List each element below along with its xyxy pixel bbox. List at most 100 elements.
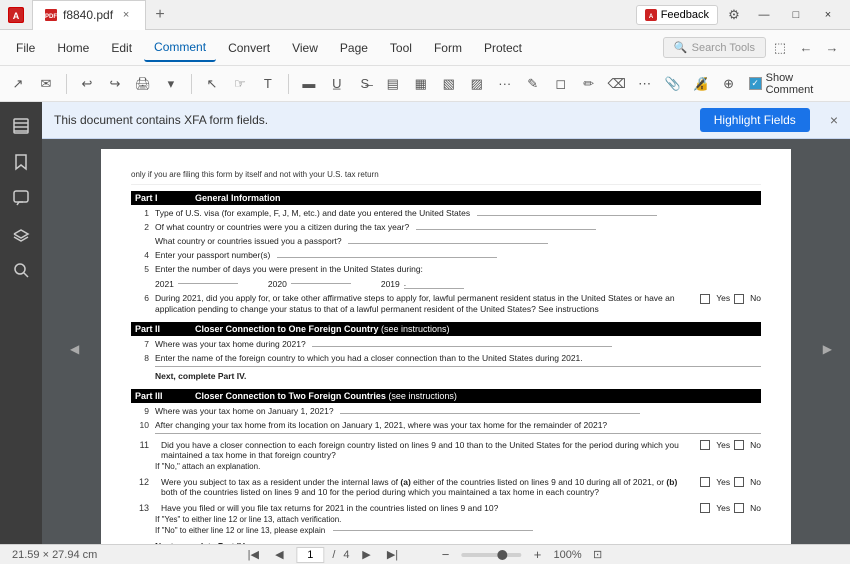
highlight-icon[interactable]: ▬: [297, 72, 321, 96]
pencil-icon[interactable]: ✏: [577, 72, 601, 96]
fit-page-button[interactable]: ⊡: [590, 547, 606, 563]
more-icon[interactable]: ···: [493, 72, 517, 96]
year-2020-input[interactable]: [291, 283, 351, 284]
cursor-icon[interactable]: ↖: [200, 72, 224, 96]
row-1-input[interactable]: [477, 215, 657, 216]
zoom-in-button[interactable]: +: [530, 547, 546, 563]
row-2-input[interactable]: [416, 229, 596, 230]
menu-page[interactable]: Page: [330, 34, 378, 62]
zoom-out-button[interactable]: −: [438, 547, 454, 563]
minimize-button[interactable]: —: [750, 0, 778, 30]
more3-icon[interactable]: ⊕: [717, 72, 741, 96]
panel-layers-icon[interactable]: [5, 218, 37, 250]
new-tab-button[interactable]: +: [146, 0, 174, 30]
row-13-no-box[interactable]: [734, 503, 744, 513]
zoom-slider[interactable]: [462, 553, 522, 557]
row-9-input[interactable]: [340, 413, 640, 414]
panel-thumbnail-icon[interactable]: [5, 110, 37, 142]
feedback-button[interactable]: A Feedback: [636, 5, 718, 25]
hand-tool-icon[interactable]: ☞: [228, 72, 252, 96]
menu-protect[interactable]: Protect: [474, 34, 532, 62]
row-8-input[interactable]: [155, 366, 761, 367]
select-tool-icon[interactable]: ↗: [6, 72, 30, 96]
year-2021-input[interactable]: [178, 283, 238, 284]
row-11-no-label: No: [750, 440, 761, 450]
strikethrough-icon[interactable]: S̶: [353, 72, 377, 96]
panel-bookmark-icon[interactable]: [5, 146, 37, 178]
attach-icon[interactable]: 📎: [661, 72, 685, 96]
row-7-input[interactable]: [312, 346, 612, 347]
row-12-text: Were you subject to tax as a resident un…: [161, 477, 694, 497]
pdf-viewer[interactable]: ◀ ▶ only if you are filing this form by …: [42, 139, 850, 544]
insert-text-icon[interactable]: ▨: [465, 72, 489, 96]
sticky-note-icon[interactable]: ✎: [521, 72, 545, 96]
row-12-no-box[interactable]: [734, 477, 744, 487]
row-6-yes-label: Yes: [716, 293, 730, 304]
menu-convert[interactable]: Convert: [218, 34, 280, 62]
row-13-yes-box[interactable]: [700, 503, 710, 513]
row-13-explain-input[interactable]: [333, 530, 533, 531]
right-collapse-arrow[interactable]: ▶: [823, 342, 832, 356]
text-replace-icon[interactable]: ▧: [437, 72, 461, 96]
panel-comment-icon[interactable]: [5, 182, 37, 214]
erase-icon[interactable]: ⌫: [605, 72, 629, 96]
stamp2-icon[interactable]: 🔏: [689, 72, 713, 96]
tab-close-button[interactable]: ×: [119, 8, 133, 22]
maximize-button[interactable]: □: [782, 0, 810, 30]
panel-search-icon[interactable]: [5, 254, 37, 286]
year-2019-input[interactable]: .: [404, 278, 464, 289]
callout-icon[interactable]: ▦: [409, 72, 433, 96]
nav-forward-icon[interactable]: →: [820, 36, 844, 60]
row-13-content: 13 Have you filed or will you file tax r…: [131, 503, 761, 513]
close-button[interactable]: ×: [814, 0, 842, 30]
menu-view[interactable]: View: [282, 34, 328, 62]
first-page-button[interactable]: |◀: [244, 547, 262, 563]
page-number-input[interactable]: [296, 547, 324, 563]
xfa-banner: This document contains XFA form fields. …: [42, 102, 850, 139]
prev-page-button[interactable]: ◀: [270, 547, 288, 563]
row-6-yes-box[interactable]: [700, 294, 710, 304]
print-icon[interactable]: 🖨: [131, 72, 155, 96]
menu-comment[interactable]: Comment: [144, 34, 216, 62]
shapes-icon[interactable]: ◻: [549, 72, 573, 96]
text-box-icon[interactable]: ▤: [381, 72, 405, 96]
xfa-close-button[interactable]: ×: [830, 112, 838, 128]
page-separator: /: [332, 549, 335, 561]
left-collapse-arrow[interactable]: ◀: [70, 342, 79, 356]
row-11-no-box[interactable]: [734, 440, 744, 450]
search-tools-box[interactable]: 🔍 Search Tools: [663, 37, 766, 58]
menu-file[interactable]: File: [6, 34, 45, 62]
row-10-input[interactable]: [155, 433, 761, 434]
menu-home[interactable]: Home: [47, 34, 99, 62]
menu-edit[interactable]: Edit: [101, 34, 142, 62]
next-page-button[interactable]: ▶: [358, 547, 376, 563]
undo-icon[interactable]: ↩: [75, 72, 99, 96]
row-11-yes-box[interactable]: [700, 440, 710, 450]
more2-icon[interactable]: ⋯: [633, 72, 657, 96]
menu-form[interactable]: Form: [424, 34, 472, 62]
menu-tool[interactable]: Tool: [380, 34, 422, 62]
passport-country-input[interactable]: [348, 243, 548, 244]
row-5-text: Enter the number of days you were presen…: [155, 264, 761, 275]
row-12-yes-box[interactable]: [700, 477, 710, 487]
redo-icon[interactable]: ↪: [103, 72, 127, 96]
show-comment-checkbox[interactable]: ✓: [749, 77, 762, 90]
toolbar-separator-2: [191, 74, 192, 94]
settings-icon[interactable]: ⚙: [722, 3, 746, 27]
pdf-tab[interactable]: PDF f8840.pdf ×: [32, 0, 146, 30]
stamp-icon[interactable]: ✉: [34, 72, 58, 96]
row-12-options: Yes No: [700, 477, 761, 487]
last-page-button[interactable]: ▶|: [384, 547, 402, 563]
share-icon[interactable]: ⬚: [768, 36, 792, 60]
highlight-fields-button[interactable]: Highlight Fields: [700, 108, 810, 132]
row-1-num: 1: [131, 208, 149, 218]
row-4-text: Enter your passport number(s): [155, 250, 761, 261]
nav-back-icon[interactable]: ←: [794, 36, 818, 60]
zoom-thumb: [498, 550, 508, 560]
row-6-no-box[interactable]: [734, 294, 744, 304]
print-dropdown-icon[interactable]: ▾: [159, 72, 183, 96]
text-select-icon[interactable]: T: [256, 72, 280, 96]
svg-text:A: A: [649, 14, 654, 20]
underline-icon[interactable]: U̲: [325, 72, 349, 96]
row-4-input[interactable]: [277, 257, 497, 258]
